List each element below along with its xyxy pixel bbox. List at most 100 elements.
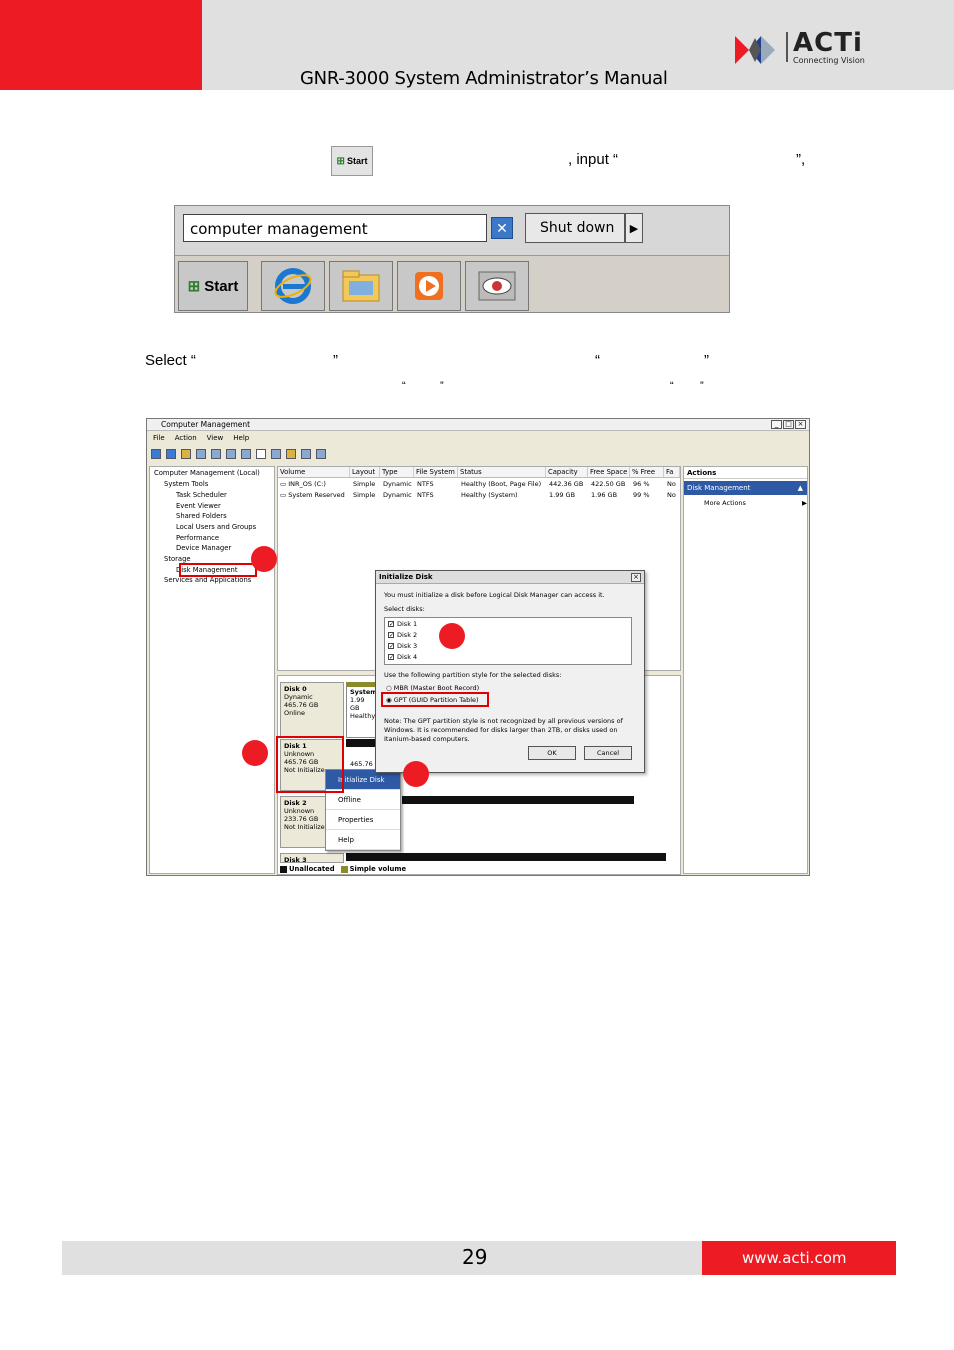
show-hide-tree-icon[interactable] <box>196 449 206 459</box>
cell: 442.36 GB <box>549 480 584 488</box>
dialog-close-icon[interactable]: × <box>631 573 641 582</box>
menu-item-offline[interactable]: Offline <box>326 790 400 810</box>
table-row[interactable]: ▭ INR_OS (C:) <box>280 480 326 488</box>
footer-url[interactable]: www.acti.com <box>742 1249 847 1267</box>
start-label-small: Start <box>346 156 368 166</box>
legend-unallocated: Unallocated <box>280 865 335 873</box>
cell: NTFS <box>417 491 434 499</box>
dialog-intro: You must initialize a disk before Logica… <box>384 591 605 599</box>
internet-explorer-icon[interactable] <box>261 261 325 311</box>
dialog-note-line-2: Windows. It is recommended for disks lar… <box>384 726 618 734</box>
clear-search-icon[interactable]: ✕ <box>491 217 513 239</box>
file-explorer-icon[interactable] <box>329 261 393 311</box>
tree-item-event-viewer[interactable]: Event Viewer <box>176 502 221 510</box>
menu-help[interactable]: Help <box>233 432 249 444</box>
col-type[interactable]: Type <box>380 467 414 478</box>
tree-item-device-manager[interactable]: Device Manager <box>176 544 231 552</box>
actions-selected-label: Disk Management <box>687 484 751 492</box>
shutdown-arrow-icon[interactable]: ▶ <box>625 213 643 243</box>
step-marker-2 <box>242 740 268 766</box>
shutdown-button[interactable]: Shut down <box>525 213 625 243</box>
menu-action[interactable]: Action <box>175 432 197 444</box>
tree-item-shared-folders[interactable]: Shared Folders <box>176 512 227 520</box>
windows-flag-icon: ⊞ <box>187 278 201 295</box>
menu-item-help[interactable]: Help <box>326 830 400 850</box>
logo-text: ACTi <box>793 28 863 58</box>
system-volume-status: Healthy <box>350 712 376 720</box>
cell: Simple <box>353 480 376 488</box>
checkbox-disk-3[interactable]: ✓ Disk 3 <box>388 642 417 650</box>
col-volume[interactable]: Volume <box>278 467 350 478</box>
windows-flag-icon: ⊞ <box>336 155 345 167</box>
back-icon[interactable] <box>151 449 161 459</box>
col-percent-free[interactable]: % Free <box>630 467 664 478</box>
actions-header: Actions <box>684 467 807 479</box>
header-red-block <box>0 0 202 90</box>
delete-icon[interactable] <box>256 449 266 459</box>
export-icon[interactable] <box>316 449 326 459</box>
col-capacity[interactable]: Capacity <box>546 467 588 478</box>
up-icon[interactable] <box>181 449 191 459</box>
checkbox-disk-4[interactable]: ✓ Disk 4 <box>388 653 417 661</box>
ok-button[interactable]: OK <box>528 746 576 760</box>
menu-item-properties[interactable]: Properties <box>326 810 400 830</box>
col-fault[interactable]: Fa <box>664 467 680 478</box>
tree-item-performance[interactable]: Performance <box>176 534 219 542</box>
disk-0-label[interactable]: Disk 0 Dynamic 465.76 GB Online <box>280 682 344 738</box>
collapse-icon[interactable]: ▲ <box>798 481 803 495</box>
help-icon[interactable] <box>211 449 221 459</box>
menu-view[interactable]: View <box>207 432 224 444</box>
forward-icon[interactable] <box>166 449 176 459</box>
menu-bar: File Action View Help <box>147 432 809 444</box>
disk-2-bar <box>402 796 634 804</box>
tree-item-root[interactable]: Computer Management (Local) <box>154 469 260 477</box>
tree-item-task-scheduler[interactable]: Task Scheduler <box>176 491 227 499</box>
disk-3-label[interactable]: Disk 3 <box>280 853 344 864</box>
settings-icon[interactable] <box>271 449 281 459</box>
open-icon[interactable] <box>286 449 296 459</box>
cell: Dynamic <box>383 480 412 488</box>
tree-item-system-tools[interactable]: System Tools <box>164 480 208 488</box>
radio-mbr[interactable]: ○ MBR (Master Boot Record) <box>386 684 479 692</box>
more-actions[interactable]: More Actions ▶ <box>704 499 807 507</box>
drive-icon: ▭ <box>280 491 287 499</box>
properties-icon[interactable] <box>226 449 236 459</box>
cell: Simple <box>353 491 376 499</box>
system-volume[interactable]: System 1.99 GB Healthy <box>346 682 378 738</box>
checkbox-disk-1[interactable]: ✓ Disk 1 <box>388 620 417 628</box>
computer-management-screenshot: Computer Management _ □ × File Action Vi… <box>146 418 810 876</box>
system-volume-name: System <box>350 688 378 696</box>
start-button-thumbnail: ⊞ Start <box>331 146 373 176</box>
more-actions-label: More Actions <box>704 499 746 507</box>
search-icon[interactable] <box>301 449 311 459</box>
step-marker-3 <box>403 761 429 787</box>
dialog-title: Initialize Disk <box>376 571 644 584</box>
radio-mbr-label: MBR (Master Boot Record) <box>393 684 480 692</box>
highlight-disk-1 <box>276 736 344 793</box>
minimize-icon[interactable]: _ <box>771 420 782 429</box>
maximize-icon[interactable]: □ <box>783 420 794 429</box>
close-icon[interactable]: × <box>795 420 806 429</box>
tree-item-services[interactable]: Services and Applications <box>164 576 251 584</box>
cancel-button[interactable]: Cancel <box>584 746 632 760</box>
search-input[interactable]: computer management <box>183 214 487 242</box>
tree-item-storage[interactable]: Storage <box>164 555 191 563</box>
start-button[interactable]: ⊞ Start <box>178 261 248 311</box>
col-layout[interactable]: Layout <box>350 467 380 478</box>
media-player-icon[interactable] <box>397 261 461 311</box>
tree-item-local-users[interactable]: Local Users and Groups <box>176 523 256 531</box>
table-row[interactable]: ▭ System Reserved <box>280 491 345 499</box>
checkbox-disk-2[interactable]: ✓ Disk 2 <box>388 631 417 639</box>
instruction-quote-2: “ <box>595 352 600 369</box>
initialize-disk-dialog: Initialize Disk × You must initialize a … <box>375 570 645 773</box>
disk-0-size: 465.76 GB <box>284 701 319 709</box>
actions-disk-management[interactable]: Disk Management ▲ <box>684 481 807 495</box>
toolbar <box>147 446 809 464</box>
col-free-space[interactable]: Free Space <box>588 467 630 478</box>
surveillance-app-icon[interactable] <box>465 261 529 311</box>
menu-file[interactable]: File <box>153 432 165 444</box>
actions-pane: Actions Disk Management ▲ More Actions ▶ <box>683 466 808 874</box>
refresh-icon[interactable] <box>241 449 251 459</box>
col-file-system[interactable]: File System <box>414 467 458 478</box>
col-status[interactable]: Status <box>458 467 546 478</box>
